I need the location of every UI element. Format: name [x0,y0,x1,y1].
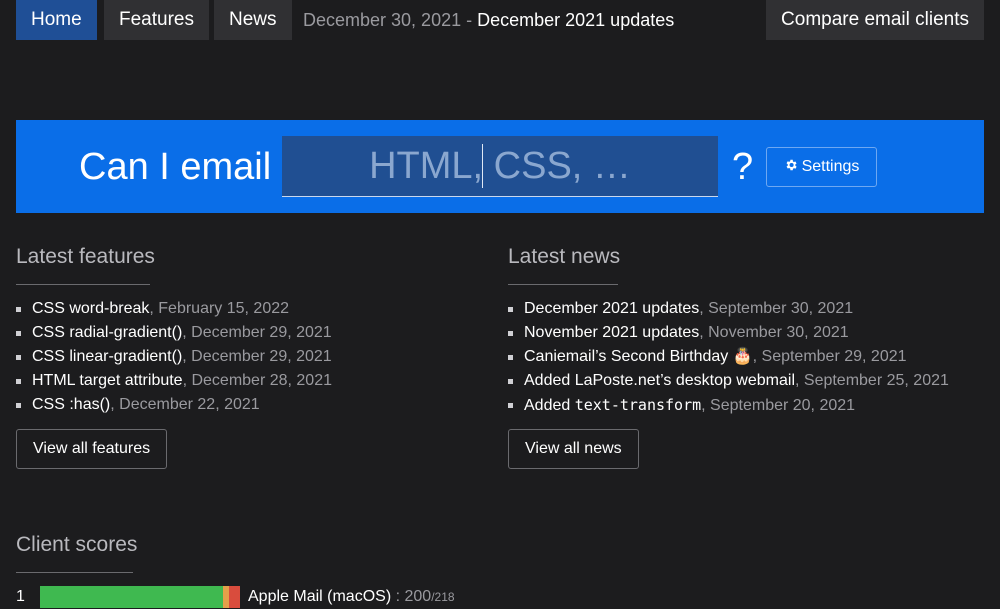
feature-link[interactable]: HTML target attribute [32,372,183,389]
gear-icon [786,160,797,171]
news-link[interactable]: Added text-transform [524,396,702,414]
nav-news-link[interactable]: News [214,0,292,40]
compare-email-clients-link[interactable]: Compare email clients [766,0,984,40]
settings-button[interactable]: Settings [766,147,877,187]
score-row[interactable]: 1 Apple Mail (macOS) : 200/218 [16,585,616,609]
list-item: Caniemail’s Second Birthday 🎂, September… [508,345,949,369]
feature-date: December 28, 2021 [191,372,332,389]
bullet [16,331,21,336]
bullet [508,379,513,384]
latest-news-title: Latest news [508,245,621,268]
news-date: September 25, 2021 [803,372,949,389]
help-link[interactable]: ? [732,144,753,190]
score-client-name[interactable]: Apple Mail (macOS) : 200/218 [248,585,455,609]
feature-link[interactable]: CSS linear-gradient() [32,348,182,365]
list-item: CSS linear-gradient(), December 29, 2021 [16,345,332,369]
view-all-features-button[interactable]: View all features [16,429,168,469]
news-link[interactable]: Caniemail’s Second Birthday 🎂 [524,348,753,365]
breadcrumb-date: December 30, 2021 [303,10,462,30]
bullet [508,355,513,360]
bullet [508,307,513,312]
feature-date: February 15, 2022 [158,300,290,317]
news-link[interactable]: Added LaPoste.net’s desktop webmail [524,372,795,389]
list-item: CSS radial-gradient(), December 29, 2021 [16,321,332,345]
news-link-code: text-transform [574,396,702,414]
latest-news-divider [508,284,618,285]
client-scores-title: Client scores [16,533,138,556]
news-date: September 29, 2021 [761,348,907,365]
news-date: September 20, 2021 [710,397,856,414]
breadcrumb: December 30, 2021- December 2021 updates [303,0,674,40]
list-item: HTML target attribute, December 28, 2021 [16,369,332,393]
score-bar-supported [40,586,223,608]
bullet [16,403,21,408]
bullet [16,355,21,360]
hero-title: Can I email [79,146,272,188]
list-item: CSS :has(), December 22, 2021 [16,393,332,417]
score-bar [40,586,240,608]
score-bar-unsupported [229,586,240,608]
bullet [508,403,513,408]
breadcrumb-title[interactable]: December 2021 updates [477,10,674,30]
score-rank: 1 [16,588,25,605]
list-item: November 2021 updates, November 30, 2021 [508,321,949,345]
score-total: /218 [431,590,455,604]
list-item: Added text-transform, September 20, 2021 [508,393,949,417]
feature-date: December 29, 2021 [191,324,332,341]
text-caret [482,144,483,188]
feature-date: December 22, 2021 [119,396,260,413]
bullet [16,307,21,312]
list-item: CSS word-break, February 15, 2022 [16,297,332,321]
feature-date: December 29, 2021 [191,348,332,365]
breadcrumb-separator: - [466,10,473,30]
feature-search-input[interactable] [282,136,718,197]
score-value: 200 [404,588,432,605]
client-name: Apple Mail (macOS) [248,588,392,605]
nav-features-link[interactable]: Features [104,0,209,40]
news-link[interactable]: December 2021 updates [524,300,699,317]
list-item: December 2021 updates, September 30, 202… [508,297,949,321]
news-link[interactable]: November 2021 updates [524,324,699,341]
news-date: September 30, 2021 [708,300,854,317]
latest-features-list: CSS word-break, February 15, 2022 CSS ra… [16,297,332,417]
news-date: November 30, 2021 [708,324,849,341]
bullet [16,379,21,384]
feature-link[interactable]: CSS word-break [32,300,149,317]
news-link-prefix: Added [524,397,571,414]
latest-news-list: December 2021 updates, September 30, 202… [508,297,949,417]
bullet [508,331,513,336]
latest-features-divider [16,284,150,285]
feature-link[interactable]: CSS radial-gradient() [32,324,182,341]
feature-link[interactable]: CSS :has() [32,396,110,413]
view-all-news-button[interactable]: View all news [508,429,639,469]
latest-features-title: Latest features [16,245,155,268]
top-nav: Home Features News December 30, 2021- Dec… [0,0,1000,40]
settings-label: Settings [801,158,860,175]
client-scores-divider [16,572,133,573]
nav-home-link[interactable]: Home [16,0,97,40]
list-item: Added LaPoste.net’s desktop webmail, Sep… [508,369,949,393]
hero-search-banner: Can I email ? Settings [16,120,984,213]
